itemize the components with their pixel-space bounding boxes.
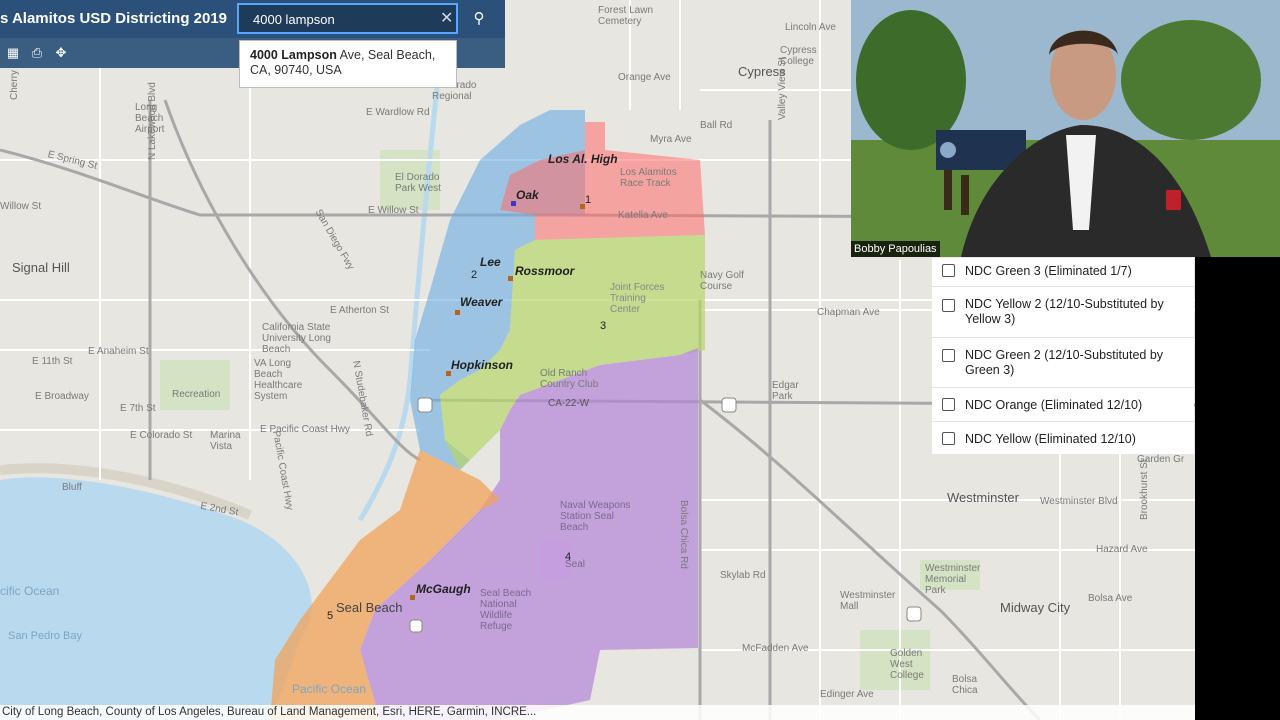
street-label: Valley View St (777, 57, 788, 120)
street-label: Westminster Blvd (1040, 496, 1118, 507)
school-label: Weaver (460, 295, 503, 309)
street-label: Chapman Ave (817, 307, 880, 318)
street-label: Myra Ave (650, 134, 692, 145)
street-label: E 11th St (32, 356, 73, 367)
map-attribution: City of Long Beach, County of Los Angele… (0, 705, 1195, 720)
street-label: E Atherton St (330, 305, 389, 316)
district-number: 4 (565, 551, 572, 563)
street-label: E Colorado St (130, 430, 193, 441)
school-label: Rossmoor (515, 264, 575, 278)
place-label: Recreation (172, 389, 221, 400)
street-label: CA-22-W (548, 398, 590, 409)
district-number: 1 (585, 194, 592, 206)
water-label: San Pedro Bay (8, 630, 82, 642)
layer-item[interactable]: NDC Yellow (Eliminated 12/10) (932, 422, 1194, 454)
street-label: Ball Rd (700, 120, 733, 131)
place-label: El Dorado Park West (395, 172, 441, 194)
place-label: Naval Weapons Station Seal Beach (560, 500, 631, 533)
street-label: Bolsa Chica Rd (678, 500, 689, 569)
water-label: Pacific Ocean (292, 682, 367, 696)
district-number: 2 (471, 269, 478, 281)
place-label: Seal Beach National Wildlife Refuge (480, 588, 532, 632)
place-label: Edgar Park (772, 380, 799, 402)
school-marker[interactable] (455, 310, 460, 315)
layer-item[interactable]: NDC Green 3 (Eliminated 1/7) (932, 258, 1194, 287)
screen-border (1195, 257, 1280, 720)
place-label: Navy Golf Course (700, 270, 744, 292)
move-icon[interactable]: ✥ (53, 45, 69, 61)
place-label: Old Ranch Country Club (540, 368, 599, 390)
print-icon[interactable]: ⎙ (29, 45, 45, 61)
school-marker[interactable] (410, 595, 415, 600)
layer-label: NDC Green 2 (12/10-Substituted by Green … (965, 348, 1164, 377)
layer-label: NDC Yellow (Eliminated 12/10) (965, 432, 1136, 446)
layer-checkbox[interactable] (942, 398, 955, 411)
layer-checkbox[interactable] (942, 264, 955, 277)
district-number: 5 (327, 610, 334, 622)
layer-checkbox[interactable] (942, 349, 955, 362)
app-title: s Alamitos USD Districting 2019 (0, 10, 228, 27)
layer-label: NDC Yellow 2 (12/10-Substituted by Yello… (965, 297, 1164, 326)
layer-label: NDC Orange (Eliminated 12/10) (965, 398, 1143, 412)
search-icon: ⚲ (473, 10, 485, 27)
place-label: Joint Forces Training Center (610, 282, 665, 315)
street-label: E 7th St (120, 403, 156, 414)
school-label: Los Al. High (548, 152, 618, 166)
street-label: Edinger Ave (820, 689, 874, 700)
water-label: cific Ocean (0, 584, 60, 598)
place-label: Signal Hill (12, 260, 70, 275)
layer-list: NDC Green 3 (Eliminated 1/7) NDC Yellow … (932, 258, 1194, 454)
place-label: Seal Beach (336, 600, 403, 615)
video-frame (851, 0, 1280, 257)
school-label: Hopkinson (451, 358, 513, 372)
street-label: E Broadway (35, 391, 89, 402)
close-icon[interactable]: ✕ (440, 10, 453, 28)
place-label: Bolsa Chica (952, 674, 978, 696)
layer-item[interactable]: NDC Orange (Eliminated 12/10) (932, 388, 1194, 422)
school-marker[interactable] (508, 276, 513, 281)
school-label: McGaugh (416, 582, 471, 596)
layer-checkbox[interactable] (942, 432, 955, 445)
school-label: Oak (516, 188, 539, 202)
district-number: 3 (600, 320, 607, 332)
street-label: N Lakewood Blvd (147, 82, 158, 160)
street-label: Lincoln Ave (785, 22, 836, 33)
street-label: E Willow St (368, 205, 419, 216)
place-label: Midway City (1000, 600, 1071, 615)
place-label: Westminster Mall (840, 590, 896, 612)
street-label: Skylab Rd (720, 570, 766, 581)
search-button[interactable]: ⚲ (462, 3, 496, 34)
school-label: Lee (480, 255, 501, 269)
suggestion-match: 4000 Lampson (250, 48, 337, 62)
street-label: E Pacific Coast Hwy (260, 424, 351, 435)
place-label: Los Alamitos Race Track (620, 167, 677, 189)
place-label: Westminster (947, 490, 1019, 505)
layer-checkbox[interactable] (942, 299, 955, 312)
street-label: Katella Ave (618, 210, 668, 221)
street-label: Brookhurst St (1139, 459, 1150, 520)
layer-label: NDC Green 3 (Eliminated 1/7) (965, 264, 1132, 278)
grid-icon[interactable]: ▦ (5, 45, 21, 61)
street-label: Willow St (0, 201, 42, 212)
search-box: ✕ (237, 3, 458, 34)
layer-item[interactable]: NDC Yellow 2 (12/10-Substituted by Yello… (932, 287, 1194, 338)
layer-item[interactable]: NDC Green 2 (12/10-Substituted by Green … (932, 338, 1194, 388)
place-label: Forest Lawn Cemetery (598, 5, 654, 27)
street-label: Hazard Ave (1096, 544, 1148, 555)
place-label: Bluff (62, 482, 82, 493)
street-label: E Wardlow Rd (366, 107, 430, 118)
participant-name: Bobby Papoulias (851, 241, 940, 257)
place-label: Marina Vista (210, 430, 241, 452)
video-feed: Bobby Papoulias (851, 0, 1280, 257)
search-suggestion[interactable]: 4000 Lampson Ave, Seal Beach, CA, 90740,… (239, 40, 457, 88)
street-label: Bolsa Ave (1088, 593, 1133, 604)
street-label: E Anaheim St (88, 346, 149, 357)
place-label: Golden West College (890, 648, 924, 681)
street-label: McFadden Ave (742, 643, 809, 654)
place-label: California State University Long Beach (262, 322, 331, 355)
place-label: VA Long Beach Healthcare System (254, 358, 303, 402)
place-label: Westminster Memorial Park (925, 563, 981, 596)
search-input[interactable] (253, 10, 433, 28)
street-label: Orange Ave (618, 72, 671, 83)
